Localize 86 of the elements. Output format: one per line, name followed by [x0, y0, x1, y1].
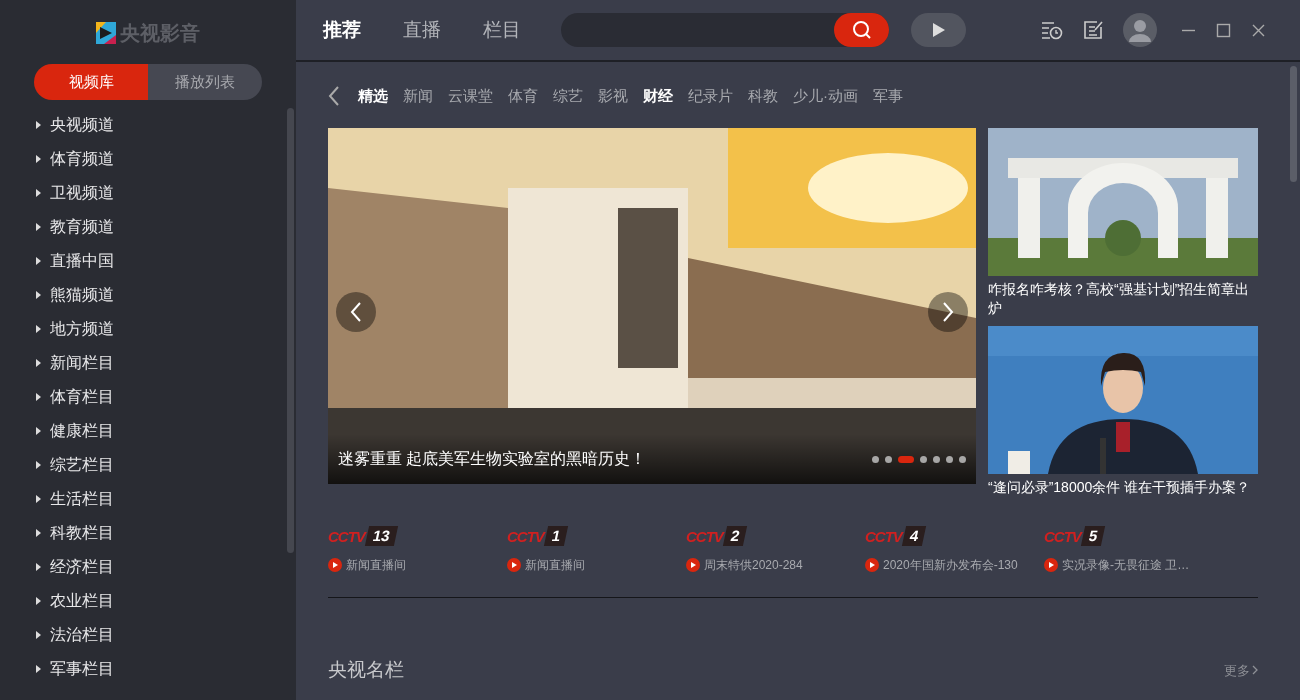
play-icon [1044, 558, 1058, 572]
banner[interactable]: 迷雾重重 起底美军生物实验室的黑暗历史！ [328, 128, 976, 484]
sidebar-item[interactable]: 卫视频道 [36, 176, 296, 210]
category-tab[interactable]: 体育 [508, 84, 538, 108]
caret-icon [36, 461, 41, 469]
nav-tab[interactable]: 推荐 [323, 15, 361, 45]
category-tab[interactable]: 精选 [358, 84, 388, 108]
category-tab[interactable]: 科教 [748, 84, 778, 108]
sidebar-item[interactable]: 熊猫频道 [36, 278, 296, 312]
avatar-icon[interactable] [1123, 13, 1157, 47]
caret-icon [36, 359, 41, 367]
caret-icon [36, 223, 41, 231]
category-tab[interactable]: 影视 [598, 84, 628, 108]
caret-icon [36, 563, 41, 571]
channel-logo[interactable]: CCTV 1 [507, 526, 583, 546]
category-tab[interactable]: 少儿·动画 [793, 84, 858, 108]
caret-icon [36, 631, 41, 639]
program-link[interactable]: 2020年国新办发布会-130 [883, 556, 1018, 574]
category-tab[interactable]: 新闻 [403, 84, 433, 108]
search-icon [851, 20, 872, 40]
chevron-icon [1252, 665, 1258, 676]
nav-tab[interactable]: 栏目 [483, 15, 521, 45]
nav-tab[interactable]: 直播 [403, 15, 441, 45]
sidebar-item[interactable]: 直播中国 [36, 244, 296, 278]
sidebar-item[interactable]: 军事栏目 [36, 652, 296, 686]
play-icon [328, 558, 342, 572]
sidebar-item[interactable]: 综艺栏目 [36, 448, 296, 482]
previous-button[interactable] [336, 292, 376, 332]
search-field[interactable] [561, 13, 889, 47]
sidebar-item[interactable]: 法治栏目 [36, 618, 296, 652]
logo-icon [96, 22, 116, 44]
sidebar-item[interactable]: 体育栏目 [36, 380, 296, 414]
caret-icon [36, 597, 41, 605]
sidebar-item[interactable]: 科教栏目 [36, 516, 296, 550]
channel-logo[interactable]: CCTV 2 [686, 526, 762, 546]
caret-icon [36, 189, 41, 197]
category-tab[interactable]: 云课堂 [448, 84, 493, 108]
caret-icon [36, 427, 41, 435]
card-title[interactable]: “逢问必录”18000余件 谁在干预插手办案？ [988, 478, 1258, 497]
caret-icon [36, 665, 41, 673]
channel-logo[interactable]: CCTV 5 [1044, 526, 1120, 546]
search-button[interactable] [834, 13, 889, 47]
history-icon[interactable] [1041, 20, 1063, 40]
category-tab[interactable]: 财经 [643, 84, 673, 108]
caret-icon [36, 257, 41, 265]
sidebar-tab[interactable]: 播放列表 [148, 64, 262, 100]
play-icon [932, 23, 945, 37]
channel-logo[interactable]: CCTV 13 [328, 526, 404, 546]
card-title[interactable]: 咋报名咋考核？高校“强基计划”招生简章出炉 [988, 280, 1258, 318]
next-button[interactable] [928, 292, 968, 332]
caret-icon [36, 155, 41, 163]
caret-icon [36, 529, 41, 537]
banner-caption: 迷雾重重 起底美军生物实验室的黑暗历史！ [338, 449, 647, 469]
sidebar-item[interactable]: 经济栏目 [36, 550, 296, 584]
caret-icon [36, 393, 41, 401]
category-tab[interactable]: 纪录片 [688, 84, 733, 108]
maximize-icon[interactable] [1216, 22, 1231, 38]
sidebar-tab[interactable]: 视频库 [34, 64, 148, 100]
program-link[interactable]: 周末特供2020-284 [704, 556, 803, 574]
close-icon[interactable] [1251, 22, 1266, 38]
category-tab[interactable]: 综艺 [553, 84, 583, 108]
caret-icon [36, 495, 41, 503]
caret-icon [36, 325, 41, 333]
program-link[interactable]: 实况录像-无畏征途 卫… [1062, 556, 1190, 574]
play-icon [865, 558, 879, 572]
sidebar-item[interactable]: 央视频道 [36, 108, 296, 142]
scrollbar[interactable] [1290, 66, 1297, 182]
category-tab[interactable]: 军事 [873, 84, 903, 108]
play-icon [507, 558, 521, 572]
sidebar-item[interactable]: 体育频道 [36, 142, 296, 176]
edit-icon[interactable] [1083, 20, 1103, 40]
sidebar-item[interactable]: 新闻栏目 [36, 346, 296, 380]
play-button[interactable] [911, 13, 966, 47]
sidebar-item[interactable]: 地方频道 [36, 312, 296, 346]
caret-icon [36, 121, 41, 129]
program-link[interactable]: 新闻直播间 [525, 556, 585, 574]
channel-logo[interactable]: CCTV 4 [865, 526, 941, 546]
play-icon [686, 558, 700, 572]
section-title: 央视名栏 [328, 658, 404, 682]
program-link[interactable]: 新闻直播间 [346, 556, 406, 574]
sidebar-item[interactable]: 健康栏目 [36, 414, 296, 448]
sidebar-item[interactable]: 教育频道 [36, 210, 296, 244]
sidebar-item[interactable]: 农业栏目 [36, 584, 296, 618]
caret-icon [36, 291, 41, 299]
scrollbar[interactable] [287, 108, 294, 553]
sidebar-item[interactable]: 生活栏目 [36, 482, 296, 516]
